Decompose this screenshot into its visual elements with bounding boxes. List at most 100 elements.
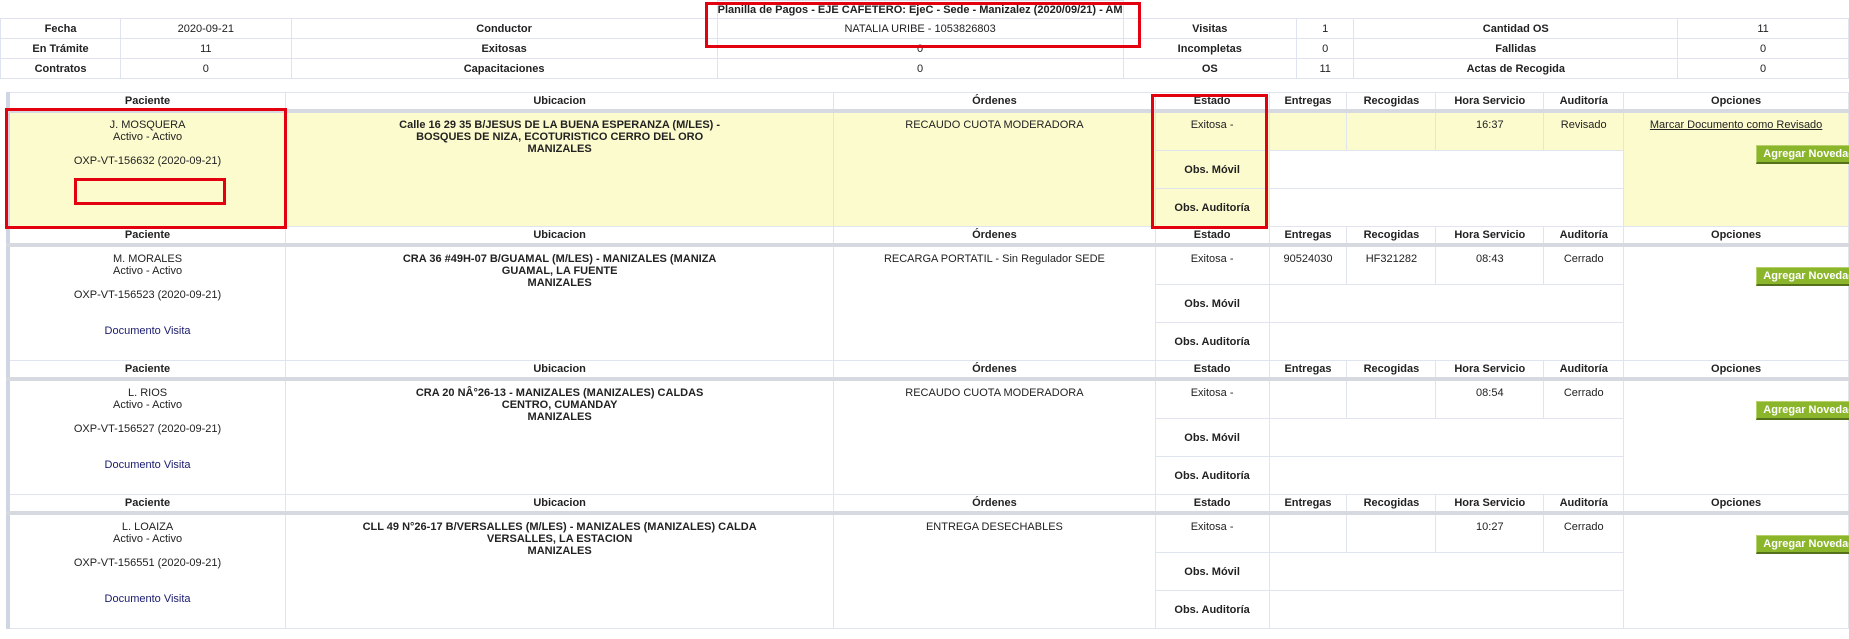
col-estado: Estado <box>1154 360 1270 381</box>
col-auditoria: Auditoría <box>1543 494 1625 515</box>
col-paciente: Paciente <box>7 360 287 381</box>
hora-value: 08:54 <box>1476 387 1504 399</box>
os-label: OS <box>1122 58 1298 79</box>
documento-visita-link[interactable]: Documento Visita <box>10 593 285 605</box>
entregas-cell <box>1268 378 1348 419</box>
recogidas-value <box>1347 515 1435 521</box>
order-text: RECARGA PORTATIL - Sin Regulador SEDE <box>883 253 1105 265</box>
obs-movil-label: Obs. Móvil <box>1154 284 1270 323</box>
agregar-novedad-button[interactable]: Agregar Novedad <box>1756 401 1849 420</box>
col-opciones: Opciones <box>1623 494 1849 515</box>
estado-cell: Exitosa - <box>1154 512 1270 553</box>
estado-cell: Exitosa - <box>1154 110 1270 151</box>
city: MANIZALES <box>527 545 592 557</box>
hora-cell: 16:37 <box>1435 110 1545 151</box>
recogidas-value <box>1347 113 1435 119</box>
agregar-novedad-button[interactable]: Agregar Novedad <box>1756 535 1849 554</box>
col-opciones: Opciones <box>1623 360 1849 381</box>
auditoria-cell: Cerrado <box>1543 244 1625 285</box>
ordenes-cell: RECAUDO CUOTA MODERADORA <box>833 110 1156 227</box>
entregas-cell <box>1268 110 1348 151</box>
cantidad-os-label: Cantidad OS <box>1353 18 1679 39</box>
obs-auditoria-value[interactable] <box>1268 188 1625 227</box>
neighborhood: GUAMAL, LA FUENTE <box>501 265 618 277</box>
auditoria-cell: Revisado <box>1543 110 1625 151</box>
incompletas-label: Incompletas <box>1122 38 1298 59</box>
obs-auditoria-value[interactable] <box>1268 322 1625 361</box>
table-row: L. LOAIZA Activo - Activo OXP-VT-156551 … <box>7 512 1849 629</box>
documento-visita-link[interactable]: Documento Visita <box>10 325 285 337</box>
auditoria-value: Cerrado <box>1563 253 1604 265</box>
obs-movil-value[interactable] <box>1268 552 1625 591</box>
col-entregas: Entregas <box>1268 494 1348 515</box>
en-tramite-value: 11 <box>120 38 292 59</box>
col-ubicacion: Ubicacion <box>285 360 835 381</box>
exitosas-value: 0 <box>716 38 1124 59</box>
actas-value: 0 <box>1677 58 1849 79</box>
col-ubicacion: Ubicacion <box>285 226 835 247</box>
obs-auditoria-label: Obs. Auditoría <box>1154 590 1270 629</box>
col-recogidas: Recogidas <box>1346 92 1437 113</box>
entregas-value <box>1270 113 1347 119</box>
page-title: Planilla de Pagos - EJE CAFETERO: EjeC -… <box>716 0 1124 19</box>
paciente-cell: M. MORALES Activo - Activo OXP-VT-156523… <box>7 244 287 361</box>
address-line: CRA 36 #49H-07 B/GUAMAL (M/LES) - MANIZA… <box>402 253 717 265</box>
visit-code: OXP-VT-156551 (2020-09-21) <box>73 557 222 569</box>
recogidas-value <box>1347 381 1435 387</box>
ubicacion-cell: CRA 36 #49H-07 B/GUAMAL (M/LES) - MANIZA… <box>285 244 835 361</box>
city: MANIZALES <box>527 411 592 423</box>
paciente-cell: J. MOSQUERA Activo - Activo OXP-VT-15663… <box>7 110 287 227</box>
col-opciones: Opciones <box>1623 92 1849 113</box>
col-estado: Estado <box>1154 92 1270 113</box>
exitosas-label: Exitosas <box>290 38 718 59</box>
col-entregas: Entregas <box>1268 92 1348 113</box>
summary-table: Planilla de Pagos - EJE CAFETERO: EjeC -… <box>0 0 1849 79</box>
recogidas-cell: HF321282 <box>1346 244 1437 285</box>
patient-name: J. MOSQUERA <box>109 119 186 131</box>
estado-cell: Exitosa - <box>1154 378 1270 419</box>
documento-visita-link[interactable]: Documento Visita <box>10 459 285 471</box>
order-text: ENTREGA DESECHABLES <box>925 521 1063 533</box>
entregas-cell: 90524030 <box>1268 244 1348 285</box>
obs-movil-value[interactable] <box>1268 150 1625 189</box>
marcar-revisado-link[interactable]: Marcar Documento como Revisado <box>1624 119 1848 131</box>
obs-movil-label: Obs. Móvil <box>1154 418 1270 457</box>
order-text: RECAUDO CUOTA MODERADORA <box>905 119 1084 131</box>
column-header-row: Paciente Ubicacion Órdenes Estado Entreg… <box>7 494 1849 515</box>
capacitaciones-value: 0 <box>716 58 1124 79</box>
col-estado: Estado <box>1154 494 1270 515</box>
estado-cell: Exitosa - <box>1154 244 1270 285</box>
col-auditoria: Auditoría <box>1543 226 1625 247</box>
address-line: CLL 49 N°26-17 B/VERSALLES (M/LES) - MAN… <box>362 521 757 533</box>
entregas-value <box>1270 381 1347 387</box>
estado-value: Exitosa - <box>1190 119 1234 131</box>
recogidas-cell <box>1346 512 1437 553</box>
address-line: CRA 20 NÂ°26-13 - MANIZALES (MANIZALES) … <box>415 387 704 399</box>
column-header-row: Paciente Ubicacion Órdenes Estado Entreg… <box>7 360 1849 381</box>
agregar-novedad-button[interactable]: Agregar Novedad <box>1756 145 1849 164</box>
obs-movil-value[interactable] <box>1268 284 1625 323</box>
visit-code: OXP-VT-156527 (2020-09-21) <box>73 423 222 435</box>
patient-status: Activo - Activo <box>113 131 183 143</box>
city: MANIZALES <box>527 143 592 155</box>
conductor-label: Conductor <box>290 18 718 39</box>
visit-code: OXP-VT-156523 (2020-09-21) <box>73 289 222 301</box>
table-row: J. MOSQUERA Activo - Activo OXP-VT-15663… <box>7 110 1849 227</box>
col-recogidas: Recogidas <box>1346 360 1437 381</box>
opciones-cell: Agregar Novedad <box>1623 512 1849 629</box>
obs-auditoria-value[interactable] <box>1268 456 1625 495</box>
capacitaciones-label: Capacitaciones <box>290 58 718 79</box>
city: MANIZALES <box>527 277 592 289</box>
col-recogidas: Recogidas <box>1346 494 1437 515</box>
address-line: Calle 16 29 35 B/JESUS DE LA BUENA ESPER… <box>399 119 721 131</box>
patient-name: L. LOAIZA <box>121 521 174 533</box>
agregar-novedad-button[interactable]: Agregar Novedad <box>1756 267 1849 286</box>
col-paciente: Paciente <box>7 494 287 515</box>
entregas-value: 90524030 <box>1283 253 1333 265</box>
obs-auditoria-value[interactable] <box>1268 590 1625 629</box>
opciones-cell: Agregar Novedad <box>1623 378 1849 495</box>
obs-movil-value[interactable] <box>1268 418 1625 457</box>
col-hora: Hora Servicio <box>1435 92 1545 113</box>
recogidas-cell <box>1346 378 1437 419</box>
entregas-cell <box>1268 512 1348 553</box>
